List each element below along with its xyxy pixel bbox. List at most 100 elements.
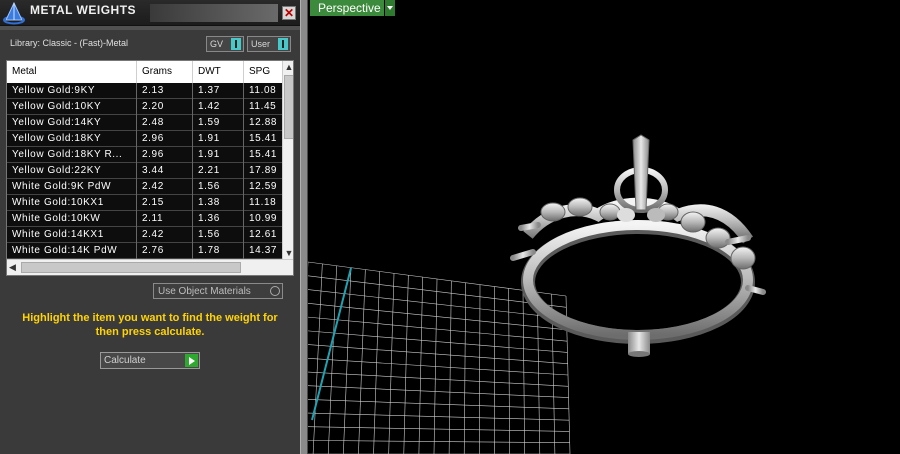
- table-body: Yellow Gold:9KY 2.13 1.37 11.08 Yellow Gold:…: [7, 83, 282, 259]
- metal-cell: White Gold:14K PdW: [7, 243, 137, 259]
- radio-icon[interactable]: [270, 286, 280, 296]
- panel-title: METAL WEIGHTS: [30, 3, 137, 17]
- arrow-down-icon[interactable]: ▼: [283, 247, 293, 259]
- metal-cell: Yellow Gold:10KY: [7, 99, 137, 115]
- column-header-spg[interactable]: SPG: [244, 61, 284, 83]
- ring-model-scene[interactable]: [308, 0, 900, 454]
- grams-cell: 2.76: [137, 243, 193, 259]
- table-row[interactable]: White Gold:14KX1 2.42 1.56 12.61: [7, 227, 282, 243]
- grams-cell: 2.42: [137, 227, 193, 243]
- metal-cell: White Gold:9K PdW: [7, 179, 137, 195]
- grams-cell: 2.96: [137, 147, 193, 163]
- table-header: Metal Grams DWT SPG: [7, 61, 284, 83]
- scrollbar-thumb[interactable]: [21, 262, 241, 273]
- spg-cell: 14.37: [244, 243, 282, 259]
- dwt-cell: 2.21: [193, 163, 244, 179]
- library-label: Library: Classic - (Fast)-Metal: [10, 38, 129, 48]
- dwt-cell: 1.56: [193, 179, 244, 195]
- panel-splitter[interactable]: [300, 0, 308, 454]
- table-row[interactable]: White Gold:10KX1 2.15 1.38 11.18: [7, 195, 282, 211]
- dwt-cell: 1.91: [193, 131, 244, 147]
- dwt-cell: 1.38: [193, 195, 244, 211]
- metal-cell: White Gold:10KW: [7, 211, 137, 227]
- metal-table: Metal Grams DWT SPG Yellow Gold:9KY 2.13 1…: [6, 60, 294, 276]
- grid-line: [308, 316, 568, 342]
- spg-cell: 12.61: [244, 227, 282, 243]
- arrow-left-icon[interactable]: ◀: [9, 262, 16, 273]
- grams-cell: 2.42: [137, 179, 193, 195]
- dropdown-icon: [278, 38, 288, 50]
- column-header-grams[interactable]: Grams: [137, 61, 193, 83]
- user-select-value: User: [251, 39, 271, 49]
- metal-cell: Yellow Gold:18KY: [7, 131, 137, 147]
- gv-select-value: GV: [210, 39, 224, 49]
- horizontal-scrollbar[interactable]: ◀: [7, 259, 293, 275]
- grid-line: [308, 385, 569, 398]
- use-object-materials-label: Use Object Materials: [158, 286, 251, 297]
- spg-cell: 11.45: [244, 99, 282, 115]
- gv-select[interactable]: GV: [206, 36, 244, 52]
- title-decoration: [150, 4, 278, 22]
- spg-cell: 12.88: [244, 115, 282, 131]
- close-icon[interactable]: ✕: [282, 6, 296, 20]
- instruction-text: Highlight the item you want to find the …: [22, 312, 278, 338]
- metal-cell: White Gold:14KX1: [7, 227, 137, 243]
- app-window: METAL WEIGHTS ✕ Library: Classic - (Fast…: [0, 0, 900, 454]
- pyramid-logo-icon: [3, 1, 25, 25]
- dwt-cell: 1.91: [193, 147, 244, 163]
- 3d-viewport[interactable]: Perspective: [308, 0, 900, 454]
- dwt-cell: 1.59: [193, 115, 244, 131]
- grid-line: [308, 371, 569, 387]
- header-divider: [0, 26, 300, 30]
- table-row[interactable]: White Gold:10KW 2.11 1.36 10.99: [7, 211, 282, 227]
- use-object-materials-toggle[interactable]: Use Object Materials: [153, 283, 283, 299]
- dwt-cell: 1.42: [193, 99, 244, 115]
- grams-cell: 2.20: [137, 99, 193, 115]
- calculate-label: Calculate: [104, 355, 146, 366]
- table-row[interactable]: White Gold:9K PdW 2.42 1.56 12.59: [7, 179, 282, 195]
- dwt-cell: 1.78: [193, 243, 244, 259]
- table-row[interactable]: Yellow Gold:18KY R... 2.96 1.91 15.41: [7, 147, 282, 163]
- metal-cell: Yellow Gold:14KY: [7, 115, 137, 131]
- user-select[interactable]: User: [247, 36, 291, 52]
- grams-cell: 2.48: [137, 115, 193, 131]
- spg-cell: 17.89: [244, 163, 282, 179]
- panel-titlebar: METAL WEIGHTS ✕: [0, 0, 300, 26]
- column-header-dwt[interactable]: DWT: [193, 61, 244, 83]
- calculate-button[interactable]: Calculate: [100, 352, 200, 369]
- spg-cell: 12.59: [244, 179, 282, 195]
- table-row[interactable]: Yellow Gold:22KY 3.44 2.21 17.89: [7, 163, 282, 179]
- dwt-cell: 1.56: [193, 227, 244, 243]
- grid-line: [308, 412, 570, 421]
- spg-cell: 11.18: [244, 195, 282, 211]
- table-row[interactable]: Yellow Gold:18KY 2.96 1.91 15.41: [7, 131, 282, 147]
- metal-cell: White Gold:10KX1: [7, 195, 137, 211]
- vertical-scrollbar[interactable]: ▲ ▼: [282, 61, 293, 259]
- view-tab[interactable]: Perspective: [310, 0, 384, 16]
- arrow-up-icon[interactable]: ▲: [283, 61, 293, 73]
- play-arrow-icon[interactable]: [185, 354, 198, 367]
- dwt-cell: 1.36: [193, 211, 244, 227]
- metal-weights-panel: METAL WEIGHTS ✕ Library: Classic - (Fast…: [0, 0, 300, 454]
- metal-cell: Yellow Gold:18KY R...: [7, 147, 137, 163]
- chevron-down-icon[interactable]: [385, 0, 395, 16]
- spg-cell: 11.08: [244, 83, 282, 99]
- dwt-cell: 1.37: [193, 83, 244, 99]
- dropdown-icon: [231, 38, 241, 50]
- grid-line: [308, 440, 570, 444]
- table-row[interactable]: Yellow Gold:10KY 2.20 1.42 11.45: [7, 99, 282, 115]
- spg-cell: 10.99: [244, 211, 282, 227]
- table-row[interactable]: Yellow Gold:14KY 2.48 1.59 12.88: [7, 115, 282, 131]
- grams-cell: 2.13: [137, 83, 193, 99]
- table-row[interactable]: Yellow Gold:9KY 2.13 1.37 11.08: [7, 83, 282, 99]
- ring-model[interactable]: [510, 134, 766, 357]
- grid-line: [308, 330, 568, 353]
- spg-cell: 15.41: [244, 131, 282, 147]
- column-header-metal[interactable]: Metal: [7, 61, 137, 83]
- grid-line: [308, 303, 567, 331]
- scrollbar-thumb[interactable]: [284, 75, 293, 139]
- grams-cell: 3.44: [137, 163, 193, 179]
- metal-cell: Yellow Gold:22KY: [7, 163, 137, 179]
- grid-line: [308, 399, 569, 410]
- table-row[interactable]: White Gold:14K PdW 2.76 1.78 14.37: [7, 243, 282, 259]
